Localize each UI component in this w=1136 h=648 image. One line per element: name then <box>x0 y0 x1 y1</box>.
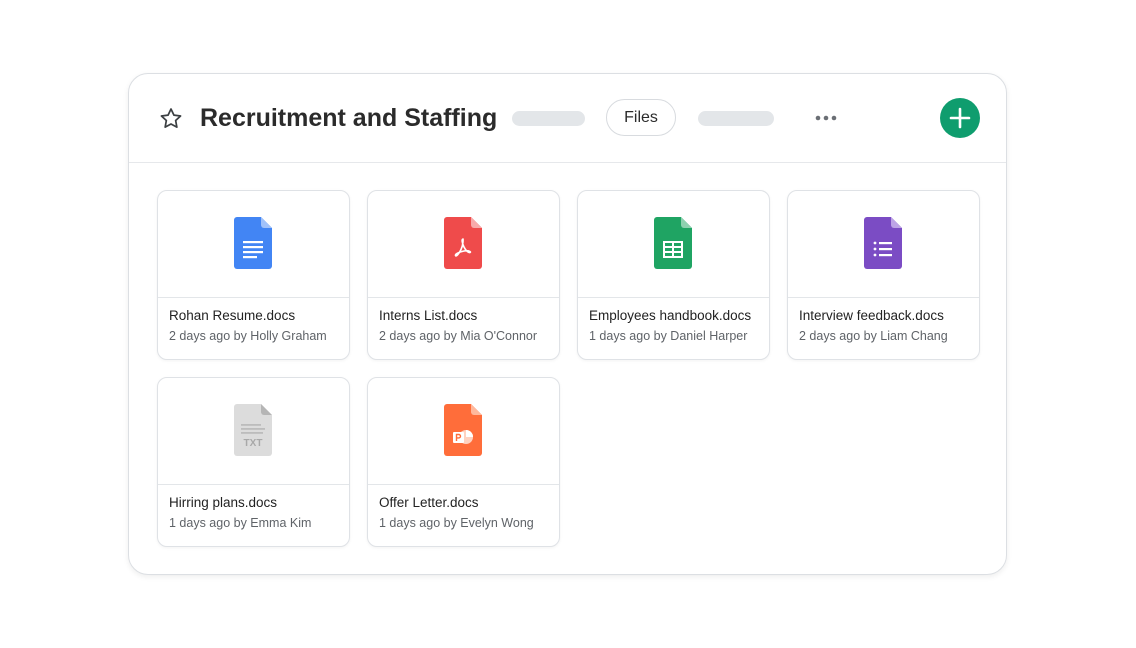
google-forms-icon <box>864 217 902 269</box>
tab-files[interactable]: Files <box>606 99 676 136</box>
file-name: Rohan Resume.docs <box>169 308 296 323</box>
file-card[interactable]: TXT Hirring plans.docs 1 days ago by Emm… <box>157 377 350 547</box>
file-meta: 2 days ago by Holly Graham <box>169 329 327 343</box>
folder-header: Recruitment and Staffing Files <box>129 74 1006 163</box>
google-sheets-icon <box>654 217 692 269</box>
file-meta: 1 days ago by Emma Kim <box>169 516 312 530</box>
txt-file-icon: TXT <box>234 404 272 456</box>
more-options-icon[interactable] <box>812 104 840 132</box>
file-preview <box>788 191 979 298</box>
pdf-icon <box>444 217 482 269</box>
file-name: Employees handbook.docs <box>589 308 752 323</box>
file-card[interactable]: Interview feedback.docs 2 days ago by Li… <box>787 190 980 360</box>
add-button[interactable] <box>940 98 980 138</box>
file-preview <box>368 378 559 485</box>
file-meta: 1 days ago by Evelyn Wong <box>379 516 534 530</box>
txt-label: TXT <box>244 438 263 449</box>
file-name: Interns List.docs <box>379 308 478 323</box>
file-card[interactable]: Rohan Resume.docs 2 days ago by Holly Gr… <box>157 190 350 360</box>
google-docs-icon <box>234 217 272 269</box>
star-icon[interactable] <box>158 106 184 132</box>
file-card[interactable]: Employees handbook.docs 1 days ago by Da… <box>577 190 770 360</box>
page-title: Recruitment and Staffing <box>200 104 498 132</box>
file-name: Interview feedback.docs <box>799 308 944 323</box>
file-preview: TXT <box>158 378 349 485</box>
tab-placeholder[interactable] <box>512 111 585 126</box>
file-preview <box>578 191 769 298</box>
folder-panel: Recruitment and Staffing Files Rohan Res… <box>128 73 1007 575</box>
powerpoint-icon <box>444 404 482 456</box>
file-card[interactable]: Offer Letter.docs 1 days ago by Evelyn W… <box>367 377 560 547</box>
file-meta: 2 days ago by Mia O'Connor <box>379 329 538 343</box>
file-meta: 2 days ago by Liam Chang <box>799 329 948 343</box>
file-preview <box>368 191 559 298</box>
file-name: Offer Letter.docs <box>379 495 479 510</box>
file-meta: 1 days ago by Daniel Harper <box>589 329 748 343</box>
file-name: Hirring plans.docs <box>169 495 278 510</box>
file-card[interactable]: Interns List.docs 2 days ago by Mia O'Co… <box>367 190 560 360</box>
plus-icon <box>949 107 971 129</box>
file-preview <box>158 191 349 298</box>
tab-placeholder[interactable] <box>698 111 774 126</box>
